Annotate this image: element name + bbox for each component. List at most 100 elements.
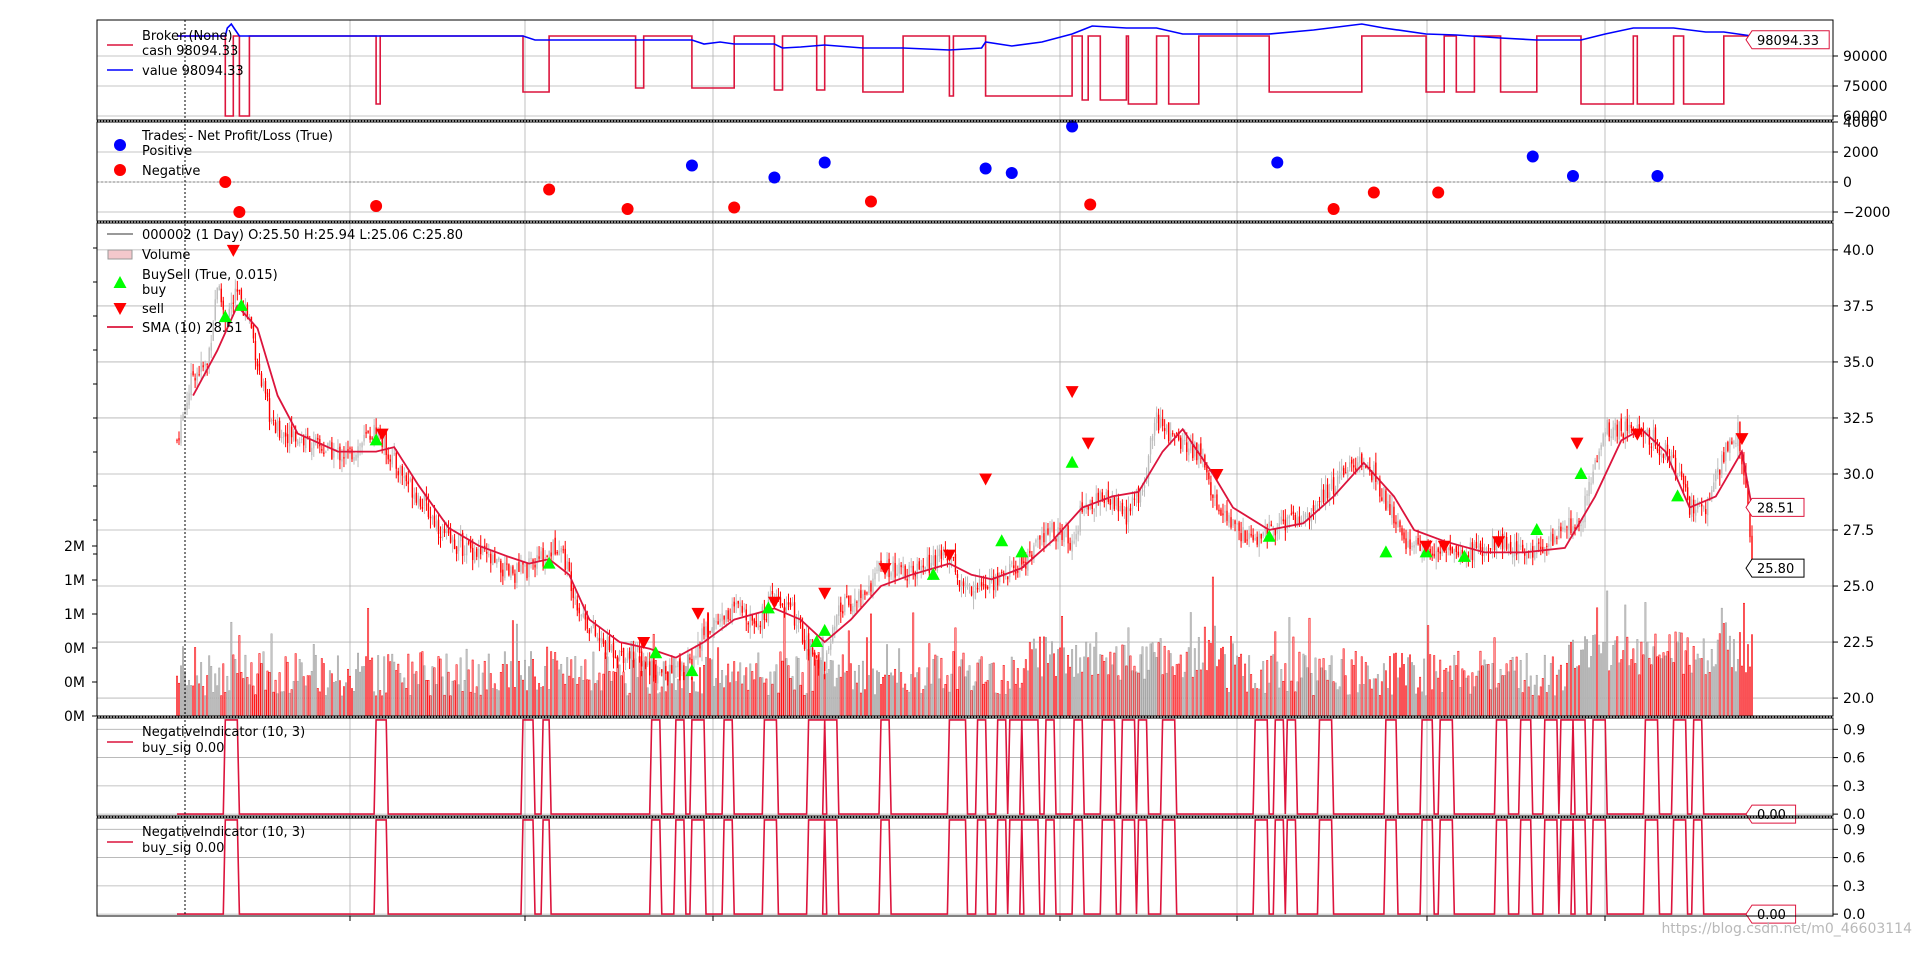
candle-body (290, 426, 293, 438)
candle-body (1570, 518, 1572, 534)
volume-bar (674, 690, 677, 717)
candle-body (741, 605, 743, 613)
candle-body (1262, 532, 1264, 537)
volume-bar (902, 687, 905, 717)
candle-body (463, 553, 466, 555)
volume-bar (1706, 660, 1709, 717)
volume-bar (572, 678, 575, 717)
candle-body (765, 619, 768, 621)
candle-body (1240, 533, 1242, 542)
volume-bar (932, 659, 935, 717)
volume-bar (1354, 651, 1357, 717)
candle-body (624, 659, 627, 664)
volume-bar (1487, 664, 1490, 717)
volume-bar (234, 659, 237, 717)
candle-body (1224, 511, 1226, 513)
volume-bar (355, 669, 357, 717)
candle-body (1258, 533, 1260, 547)
candle-body (391, 455, 393, 465)
volume-bar (544, 666, 547, 717)
volume-bar (1197, 637, 1200, 717)
candle-body (524, 564, 526, 567)
candle-body (1475, 541, 1478, 549)
volume-bar (660, 686, 663, 717)
volume-bar (397, 663, 400, 717)
volume-bar (1481, 665, 1484, 717)
volume-bar (371, 657, 374, 717)
candle-body (1041, 536, 1043, 538)
candle-body (1447, 547, 1449, 550)
candle-body (813, 653, 816, 657)
candle-body (1155, 412, 1158, 424)
candle-body (984, 584, 987, 589)
candle-body (1592, 471, 1594, 484)
volume-bar (278, 672, 281, 717)
candle-body (457, 540, 460, 552)
volume-bar (1004, 694, 1007, 717)
volume-bar (1747, 644, 1749, 717)
volume-bar (475, 686, 478, 717)
candle-body (850, 603, 852, 612)
buysell-legend-title: BuySell (True, 0.015) (142, 268, 278, 283)
volume-bar (964, 676, 967, 717)
volume-bar (1018, 687, 1021, 717)
volume-bar (614, 672, 617, 717)
volume-bar (1296, 681, 1299, 717)
volume-bar (1694, 659, 1697, 717)
volume-bar (1618, 662, 1621, 717)
volume-bar (349, 675, 351, 717)
volume-bar (1471, 672, 1474, 717)
volume-bar (1262, 661, 1265, 717)
volume-bar (968, 665, 971, 717)
volume-bar (1276, 661, 1279, 717)
broker-last-value-text: 98094.33 (1757, 34, 1819, 49)
volume-bar (1483, 659, 1486, 717)
candle-body (1455, 546, 1458, 553)
candle-body (1519, 545, 1522, 548)
volume-bar (1014, 683, 1017, 717)
candle-body (1099, 491, 1101, 506)
candle-body (789, 602, 792, 608)
volume-bar (1728, 635, 1731, 717)
volume-bar (898, 648, 901, 717)
candle-body (1660, 453, 1663, 457)
candle-body (916, 563, 918, 579)
volume-bar (757, 652, 760, 717)
volume-bar (1745, 672, 1747, 717)
volume-bar (1302, 653, 1305, 717)
volume-bar (956, 689, 959, 717)
candle-body (1173, 435, 1176, 437)
indicator1-ytick-label: 0.3 (1843, 779, 1865, 795)
volume-bar (1431, 689, 1434, 717)
candle-body (622, 647, 625, 663)
volume-bar (427, 679, 430, 717)
candle-body (1226, 510, 1228, 521)
volume-bar (1282, 681, 1285, 717)
volume-bar (1423, 658, 1426, 717)
volume-bar (1193, 648, 1196, 717)
candle-body (626, 653, 629, 661)
candle-body (560, 548, 562, 553)
volume-bar (1246, 691, 1249, 717)
volume-bar (1125, 665, 1128, 717)
volume-bar (1101, 654, 1104, 717)
volume-bar (610, 680, 613, 717)
candle-body (202, 365, 204, 368)
candle-body (180, 420, 182, 444)
volume-bar (600, 690, 603, 717)
candle-body (830, 643, 832, 650)
candle-body (1630, 424, 1633, 429)
volume-bar (1320, 667, 1323, 717)
candle-body (532, 559, 534, 562)
volume-bar (1644, 602, 1647, 717)
volume-bar (513, 687, 516, 717)
volume-bar (1270, 655, 1273, 717)
candle-body (942, 552, 945, 556)
volume-bar (1346, 694, 1349, 717)
volume-bar (554, 652, 557, 717)
volume-bar (276, 693, 279, 717)
candle-body (1485, 547, 1488, 551)
candle-body (1188, 448, 1190, 456)
volume-bar (212, 692, 215, 717)
candle-body (1236, 522, 1238, 525)
